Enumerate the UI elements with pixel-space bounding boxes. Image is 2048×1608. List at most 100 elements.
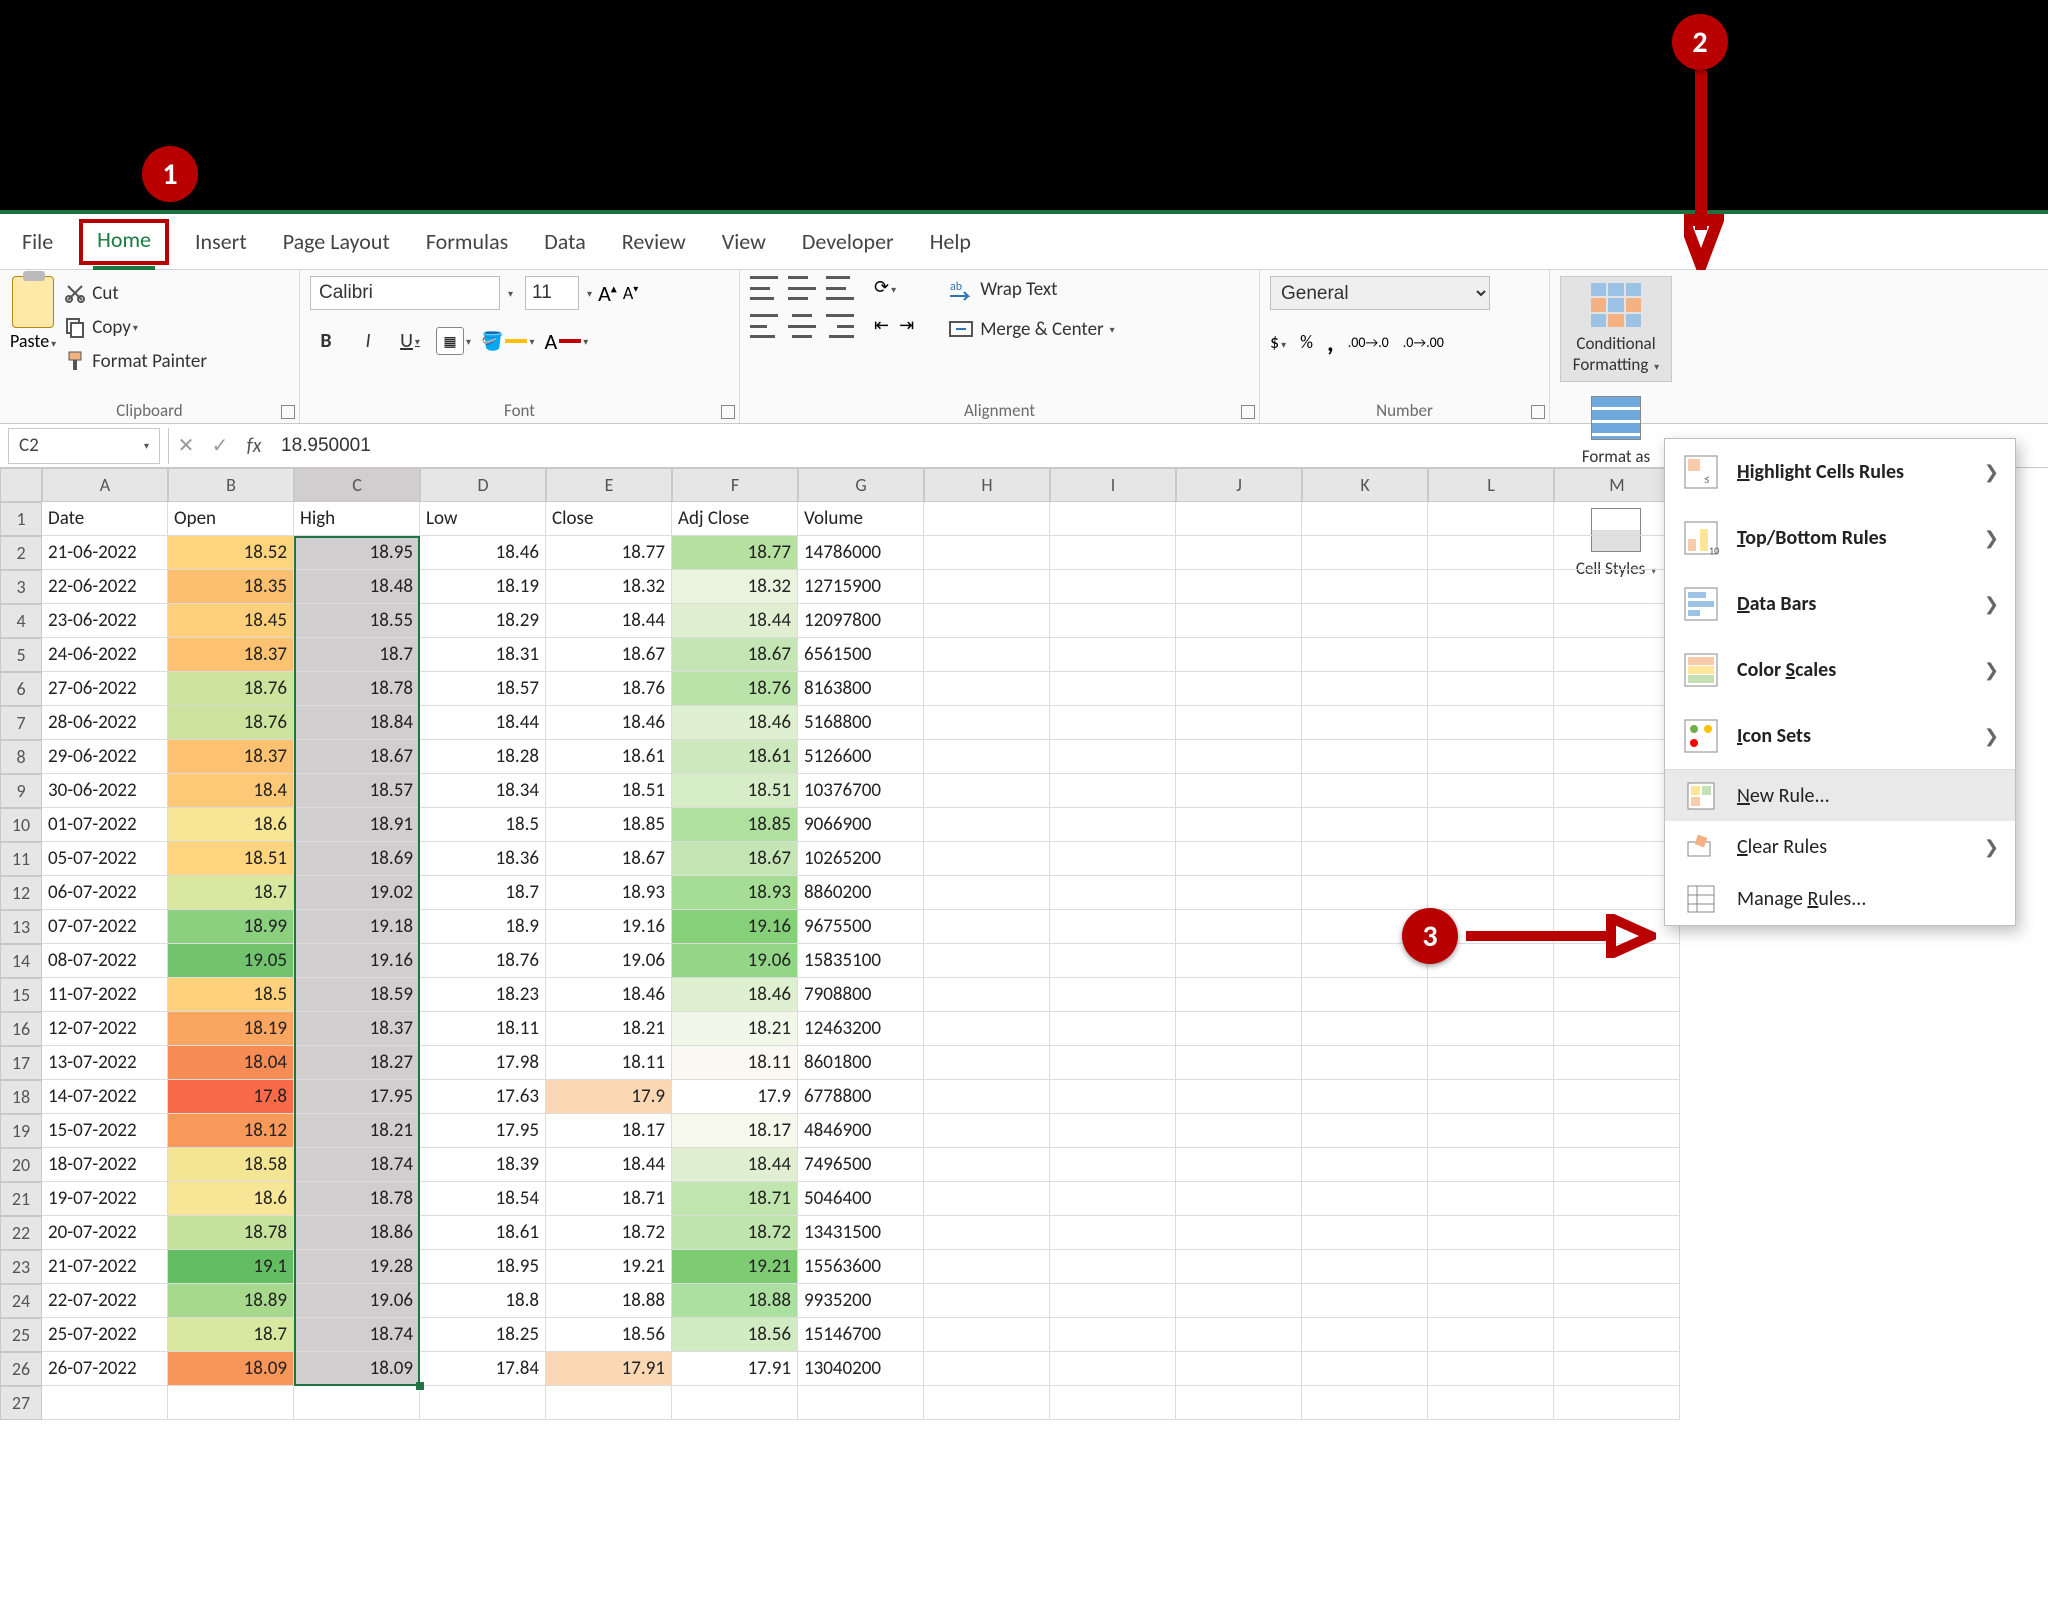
tab-page-layout[interactable]: Page Layout [265,214,408,270]
cell[interactable] [1302,1046,1428,1080]
cell[interactable] [1176,706,1302,740]
align-right-button[interactable] [826,314,854,338]
number-launcher[interactable] [1531,405,1545,419]
cell[interactable] [1176,774,1302,808]
font-name-input[interactable] [310,276,500,310]
cell[interactable] [1176,978,1302,1012]
cell[interactable] [1428,1148,1554,1182]
cell[interactable] [1050,638,1176,672]
cell[interactable] [1050,1080,1176,1114]
cell[interactable] [1302,978,1428,1012]
cell[interactable] [1050,1114,1176,1148]
cell[interactable]: Low [420,502,546,536]
row-header[interactable]: 3 [0,570,42,604]
row-header[interactable]: 5 [0,638,42,672]
menu-manage-rules[interactable]: Manage Rules... [1665,873,2015,925]
cell[interactable]: 5046400 [798,1182,924,1216]
row-header[interactable]: 6 [0,672,42,706]
cell[interactable]: 7908800 [798,978,924,1012]
bold-button[interactable]: B [310,326,342,356]
cell[interactable] [1428,1250,1554,1284]
cell[interactable]: 18.95 [420,1250,546,1284]
cell[interactable] [1050,1148,1176,1182]
cell[interactable]: 18.44 [672,1148,798,1182]
cell[interactable]: 18.72 [672,1216,798,1250]
decrease-indent-button[interactable]: ⇤ [874,314,889,338]
cell[interactable]: 18.71 [672,1182,798,1216]
cell[interactable]: Close [546,502,672,536]
cell[interactable]: 9935200 [798,1284,924,1318]
cell[interactable]: 18.76 [546,672,672,706]
cell[interactable] [1050,978,1176,1012]
cell[interactable] [1554,1386,1680,1420]
cell[interactable]: 17.91 [546,1352,672,1386]
cell[interactable]: Adj Close [672,502,798,536]
cell[interactable]: 19.02 [294,876,420,910]
cell[interactable]: 01-07-2022 [42,808,168,842]
cell[interactable]: 18.61 [420,1216,546,1250]
cell[interactable]: 21-07-2022 [42,1250,168,1284]
cell[interactable] [1428,808,1554,842]
cell[interactable]: 20-07-2022 [42,1216,168,1250]
cell[interactable] [1176,740,1302,774]
column-header[interactable]: I [1050,468,1176,502]
cell[interactable] [924,1284,1050,1318]
row-header[interactable]: 1 [0,502,42,536]
cell[interactable]: 17.84 [420,1352,546,1386]
cell[interactable]: 18.28 [420,740,546,774]
cell[interactable]: 29-06-2022 [42,740,168,774]
cell[interactable]: 18.6 [168,808,294,842]
cell[interactable]: 15-07-2022 [42,1114,168,1148]
row-header[interactable]: 4 [0,604,42,638]
insert-function-button[interactable]: fx [237,428,271,464]
cell[interactable] [1428,604,1554,638]
cell[interactable]: 18.84 [294,706,420,740]
cell[interactable]: 26-07-2022 [42,1352,168,1386]
cell[interactable]: 18.34 [420,774,546,808]
cell[interactable]: 18.51 [546,774,672,808]
cell[interactable]: 17.9 [546,1080,672,1114]
borders-button[interactable]: ▦▾ [436,327,471,355]
cell[interactable]: 18.86 [294,1216,420,1250]
cell[interactable]: 18.5 [420,808,546,842]
cell[interactable]: 18.45 [168,604,294,638]
column-header[interactable]: J [1176,468,1302,502]
cell[interactable]: 25-07-2022 [42,1318,168,1352]
cell[interactable]: 18.37 [294,1012,420,1046]
cell[interactable] [1428,706,1554,740]
cell[interactable]: 8860200 [798,876,924,910]
cell[interactable]: Date [42,502,168,536]
cell[interactable] [924,1250,1050,1284]
tab-data[interactable]: Data [526,214,604,270]
cell[interactable] [1428,672,1554,706]
cell[interactable]: 18.44 [546,604,672,638]
tab-insert[interactable]: Insert [177,214,265,270]
cell[interactable] [294,1386,420,1420]
cell[interactable]: 18.32 [546,570,672,604]
cell[interactable] [1428,1080,1554,1114]
cell[interactable]: 18.77 [672,536,798,570]
cell[interactable]: 19.21 [546,1250,672,1284]
cell[interactable] [1050,672,1176,706]
cell[interactable] [1176,1046,1302,1080]
cell[interactable] [924,978,1050,1012]
cell[interactable] [168,1386,294,1420]
cell[interactable] [1050,842,1176,876]
cell[interactable] [1428,638,1554,672]
cell[interactable] [1302,774,1428,808]
fill-color-button[interactable]: 🪣▾ [481,330,534,352]
cell[interactable]: 18.21 [294,1114,420,1148]
cell[interactable]: 18.46 [420,536,546,570]
cell[interactable]: 15835100 [798,944,924,978]
wrap-text-button[interactable]: ab Wrap Text [948,276,1115,302]
cell[interactable] [1554,1318,1680,1352]
copy-button[interactable]: Copy▾ [64,310,207,344]
cell[interactable]: 17.91 [672,1352,798,1386]
cancel-formula-button[interactable]: ✕ [169,428,203,464]
cell[interactable] [1302,502,1428,536]
tab-developer[interactable]: Developer [784,214,912,270]
increase-font-icon[interactable]: A▴ [598,280,617,307]
cell[interactable] [1176,910,1302,944]
cell[interactable] [1554,1250,1680,1284]
cell[interactable]: 19.21 [672,1250,798,1284]
